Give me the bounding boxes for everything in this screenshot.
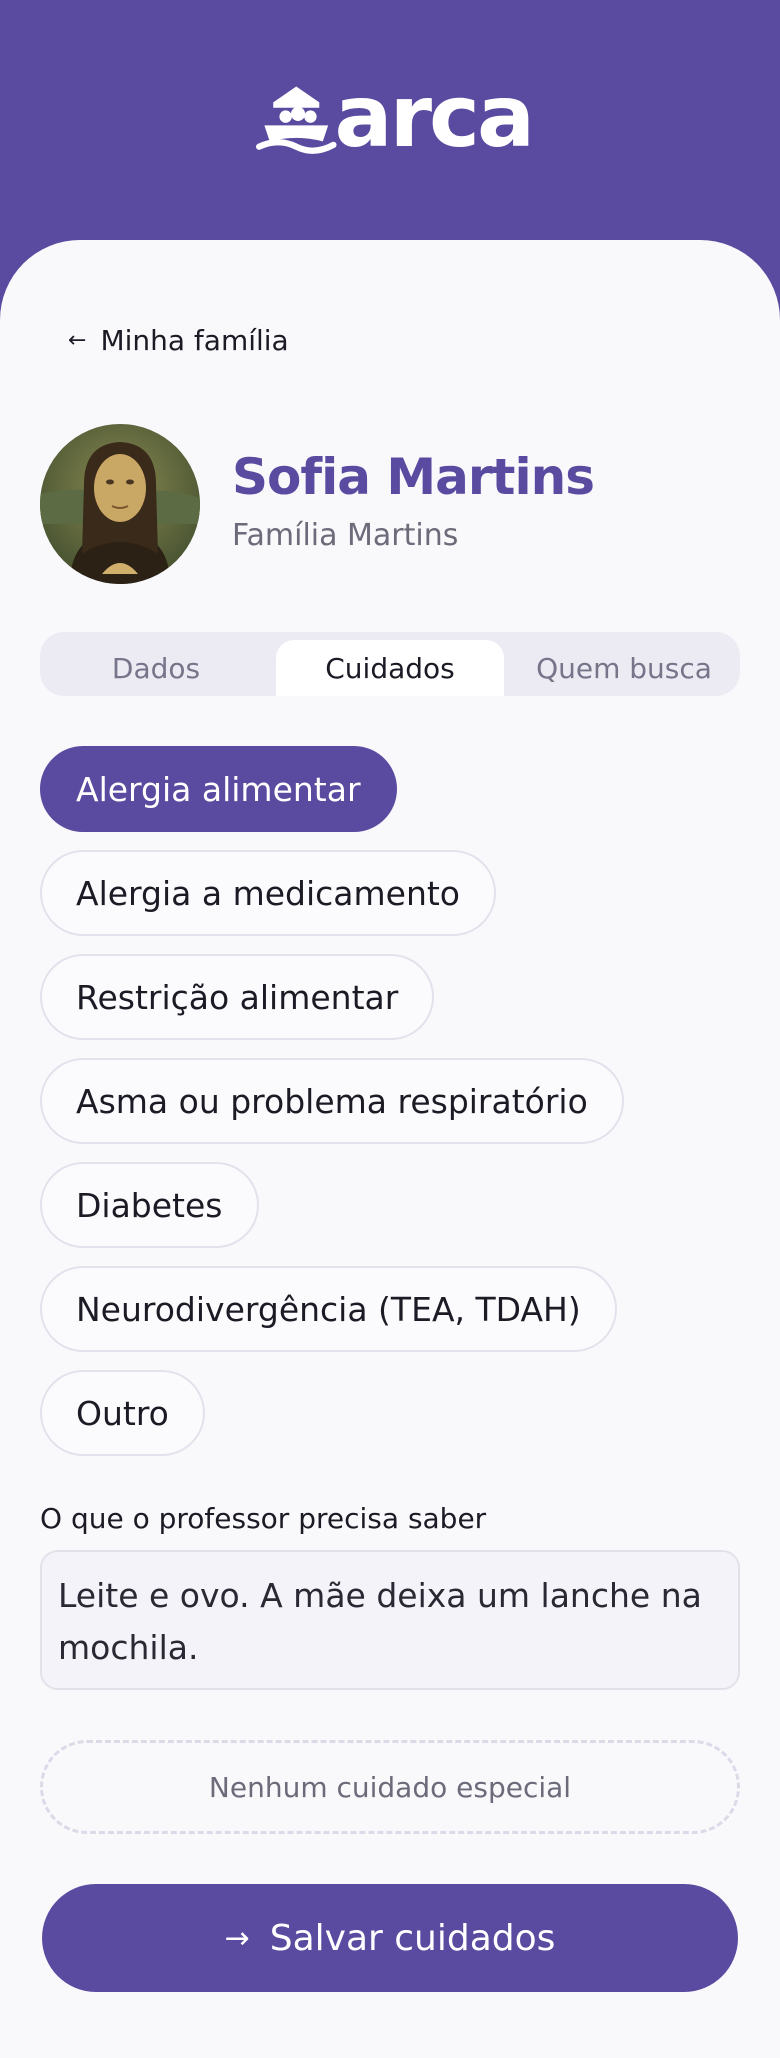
chip-outro[interactable]: Outro — [40, 1370, 205, 1456]
profile-name: Sofia Martins — [232, 448, 595, 506]
brand-logo: arca — [252, 67, 535, 167]
chip-alergia-alimentar[interactable]: Alergia alimentar — [40, 746, 397, 832]
no-special-care-label: Nenhum cuidado especial — [208, 1770, 572, 1804]
save-care-label: Salvar cuidados — [269, 1917, 556, 1959]
tab-quem-busca[interactable]: Quem busca — [508, 640, 740, 696]
chip-neurodivergencia[interactable]: Neurodivergência (TEA, TDAH) — [40, 1266, 617, 1352]
tab-dados[interactable]: Dados — [40, 640, 272, 696]
notes-label: O que o professor precisa saber — [40, 1502, 487, 1535]
ark-logo-icon — [255, 86, 337, 154]
brand-name: arca — [334, 67, 535, 167]
notes-textarea[interactable]: Leite e ovo. A mãe deixa um lanche na mo… — [40, 1550, 740, 1690]
arrow-right-icon: → — [224, 1920, 250, 1956]
back-label: Minha família — [100, 323, 289, 357]
app-header: arca — [0, 0, 780, 260]
chip-diabetes[interactable]: Diabetes — [40, 1162, 259, 1248]
save-care-button[interactable]: → Salvar cuidados — [42, 1884, 738, 1992]
back-link[interactable]: ← Minha família — [68, 322, 289, 358]
tab-cuidados[interactable]: Cuidados — [276, 640, 504, 696]
chip-alergia-medicamento[interactable]: Alergia a medicamento — [40, 850, 496, 936]
chip-restricao-alimentar[interactable]: Restrição alimentar — [40, 954, 435, 1040]
no-special-care-button[interactable]: Nenhum cuidado especial — [40, 1740, 740, 1834]
chip-asma[interactable]: Asma ou problema respiratório — [40, 1058, 624, 1144]
portrait-image — [40, 424, 200, 584]
profile-family: Família Martins — [232, 518, 459, 553]
avatar — [40, 424, 200, 584]
arrow-left-icon: ← — [68, 327, 87, 353]
tab-bar: Dados Cuidados Quem busca — [40, 632, 740, 696]
